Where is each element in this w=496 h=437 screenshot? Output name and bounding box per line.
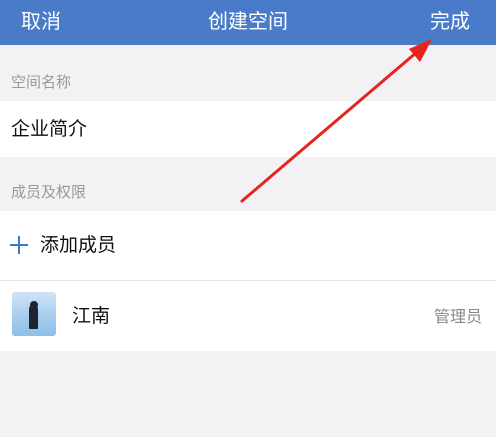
member-role: 管理员 — [433, 307, 482, 326]
avatar — [12, 292, 56, 336]
member-row[interactable]: 江南 管理员 — [0, 281, 496, 351]
done-button[interactable]: 完成 — [430, 8, 470, 34]
space-name-section-label: 空间名称 — [11, 73, 72, 91]
space-name-field[interactable]: 企业简介 — [0, 101, 496, 157]
avatar-figure — [29, 305, 38, 329]
members-list: 添加成员 江南 管理员 — [0, 211, 496, 351]
plus-icon — [10, 236, 28, 254]
members-section-label: 成员及权限 — [11, 183, 87, 201]
member-name: 江南 — [72, 305, 111, 327]
page-title: 创建空间 — [208, 9, 288, 33]
add-member-button[interactable]: 添加成员 — [0, 211, 496, 280]
add-member-label: 添加成员 — [40, 234, 117, 256]
space-name-value: 企业简介 — [11, 118, 88, 140]
navigation-bar: 取消 创建空间 完成 — [0, 0, 496, 45]
